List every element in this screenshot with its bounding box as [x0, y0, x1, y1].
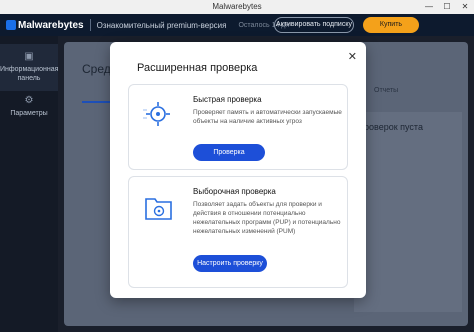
- maximize-icon[interactable]: ☐: [438, 0, 456, 14]
- reports-panel: [354, 112, 462, 312]
- quick-scan-title: Быстрая проверка: [193, 95, 262, 104]
- trial-label: Ознакомительный premium-версия: [96, 20, 227, 30]
- custom-scan-card: Выборочная проверка Позволяет задать объ…: [128, 176, 348, 288]
- quick-scan-button[interactable]: Проверка: [193, 144, 265, 161]
- advanced-scan-dialog: Расширенная проверка ✕ Быстрая проверка …: [110, 42, 366, 298]
- window-controls: — ☐ ✕: [420, 0, 474, 14]
- custom-scan-description: Позволяет задать объекты для проверки и …: [193, 201, 341, 235]
- custom-scan-title: Выборочная проверка: [193, 187, 276, 196]
- quick-scan-description: Проверяет память и автоматически запуска…: [193, 109, 342, 125]
- close-window-icon[interactable]: ✕: [456, 0, 474, 14]
- tab-reports[interactable]: Отчеты: [374, 87, 398, 94]
- app-header: Malwarebytes Ознакомительный premium-вер…: [0, 14, 474, 36]
- sidebar: ▣ Информационная панель ⚙ Параметры: [0, 36, 58, 332]
- header-divider: [89, 19, 91, 31]
- buy-button[interactable]: Купить: [363, 17, 419, 33]
- sidebar-item-settings[interactable]: ⚙ Параметры: [0, 96, 58, 118]
- sidebar-item-label: Параметры: [10, 110, 48, 117]
- sidebar-item-label: Информационная панель: [0, 66, 59, 82]
- close-icon[interactable]: ✕: [348, 50, 357, 63]
- reports-empty-text: роверок пуста: [364, 122, 423, 132]
- window-title: Malwarebytes: [212, 2, 262, 11]
- dialog-title: Расширенная проверка: [137, 62, 258, 74]
- gear-icon: ⚙: [24, 95, 34, 106]
- configure-scan-button[interactable]: Настроить проверку: [193, 255, 267, 272]
- sidebar-item-dashboard[interactable]: ▣ Информационная панель: [0, 44, 58, 91]
- main-heading: Сред: [82, 62, 111, 76]
- brand-logo: Malwarebytes: [6, 20, 84, 31]
- quick-scan-card: Быстрая проверка Проверяет память и авто…: [128, 84, 348, 170]
- activate-subscription-button[interactable]: Активировать подписку: [274, 17, 354, 33]
- minimize-icon[interactable]: —: [420, 0, 438, 14]
- brand-name: Malwarebytes: [18, 19, 84, 31]
- crosshair-icon: [143, 102, 170, 126]
- malwarebytes-logo-icon: [6, 20, 16, 30]
- dashboard-icon: ▣: [24, 51, 34, 62]
- folder-target-icon: [145, 198, 172, 220]
- window-titlebar: Malwarebytes — ☐ ✕: [0, 0, 474, 14]
